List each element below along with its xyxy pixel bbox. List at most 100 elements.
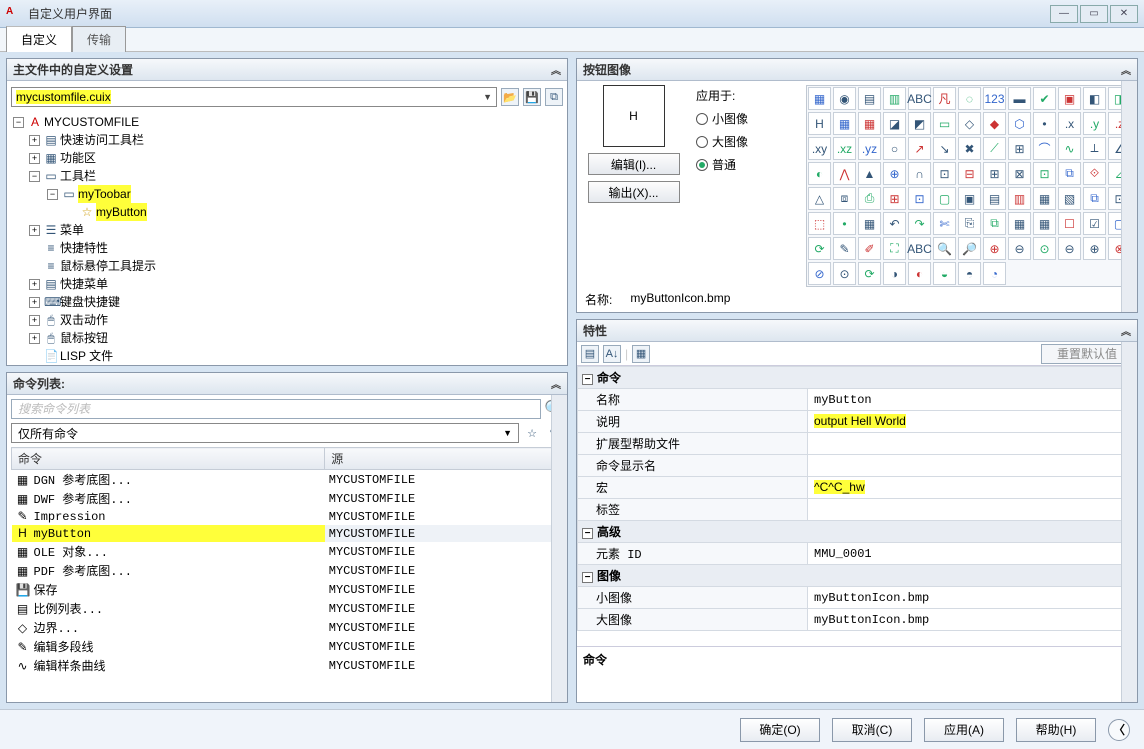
prop-tag-value[interactable] xyxy=(808,499,1137,521)
palette-icon[interactable]: ⟐ xyxy=(1083,162,1106,185)
col-command[interactable]: 命令 xyxy=(12,448,325,470)
tree-lisp[interactable]: 📄LISP 文件 xyxy=(11,347,563,365)
palette-icon[interactable]: ▦ xyxy=(833,112,856,135)
palette-icon[interactable]: ▬ xyxy=(1008,87,1031,110)
prop-exthelp-value[interactable] xyxy=(808,433,1137,455)
palette-icon[interactable]: ⎘ xyxy=(958,212,981,235)
palette-icon[interactable]: ⊙ xyxy=(833,262,856,285)
palette-icon[interactable]: ⊟ xyxy=(958,162,981,185)
palette-icon[interactable]: ☐ xyxy=(1058,212,1081,235)
tree-hovertips[interactable]: ≡鼠标悬停工具提示 xyxy=(11,257,563,275)
palette-icon[interactable]: 🔍 xyxy=(933,237,956,260)
palette-icon[interactable]: ▦ xyxy=(858,112,881,135)
filter-dropdown[interactable]: 仅所有命令 ▼ xyxy=(11,423,519,443)
tree-ribbon[interactable]: +▦功能区 xyxy=(11,149,563,167)
alphabetic-view-icon[interactable]: A↓ xyxy=(603,345,621,363)
search-input[interactable]: 搜索命令列表 xyxy=(11,399,541,419)
command-row[interactable]: ◇边界...MYCUSTOMFILE xyxy=(12,618,563,637)
palette-icon[interactable]: ◉ xyxy=(833,87,856,110)
palette-icon[interactable]: ✔ xyxy=(1033,87,1056,110)
maximize-button[interactable]: ▭ xyxy=(1080,5,1108,23)
palette-icon[interactable]: ◧ xyxy=(1083,87,1106,110)
palette-icon[interactable]: ⧉ xyxy=(983,212,1006,235)
radio-small-image[interactable]: 小图像 xyxy=(696,110,796,127)
palette-icon[interactable]: ◒ xyxy=(933,262,956,285)
command-row[interactable]: ∿编辑样条曲线MYCUSTOMFILE xyxy=(12,656,563,675)
palette-icon[interactable]: ⟳ xyxy=(808,237,831,260)
radio-normal[interactable]: 普通 xyxy=(696,156,796,173)
collapse-icon[interactable]: ︽ xyxy=(1121,62,1131,77)
radio-large-image[interactable]: 大图像 xyxy=(696,133,796,150)
prop-dispname-value[interactable] xyxy=(808,455,1137,477)
edit-button[interactable]: 编辑(I)... xyxy=(588,153,680,175)
tree-root[interactable]: −AMYCUSTOMFILE xyxy=(11,113,563,131)
scrollbar[interactable] xyxy=(1121,342,1137,702)
palette-icon[interactable]: ⊞ xyxy=(1008,137,1031,160)
palette-icon[interactable]: ✎ xyxy=(833,237,856,260)
palette-icon[interactable]: ABC xyxy=(908,237,931,260)
palette-icon[interactable]: ↷ xyxy=(908,212,931,235)
palette-icon[interactable]: ◌ xyxy=(958,87,981,110)
minimize-button[interactable]: — xyxy=(1050,5,1078,23)
palette-icon[interactable]: .yz xyxy=(858,137,881,160)
palette-icon[interactable]: ⊠ xyxy=(1008,162,1031,185)
palette-icon[interactable]: ◑ xyxy=(883,262,906,285)
palette-icon[interactable]: ◐ xyxy=(808,162,831,185)
group-advanced[interactable]: −高级 xyxy=(578,521,1137,543)
new-command-icon[interactable]: ☆ xyxy=(523,424,541,442)
palette-icon[interactable]: ⧈ xyxy=(833,187,856,210)
tree-mousebtn[interactable]: +🖱鼠标按钮 xyxy=(11,329,563,347)
palette-icon[interactable]: ⊕ xyxy=(883,162,906,185)
tab-customize[interactable]: 自定义 xyxy=(6,26,72,52)
close-button[interactable]: ✕ xyxy=(1110,5,1138,23)
palette-icon[interactable]: ⋀ xyxy=(833,162,856,185)
reset-defaults-button[interactable]: 重置默认值 xyxy=(1041,344,1133,364)
tree-contextmenu[interactable]: +▤快捷菜单 xyxy=(11,275,563,293)
palette-icon[interactable]: ⊞ xyxy=(883,187,906,210)
palette-icon[interactable]: ▦ xyxy=(858,212,881,235)
group-image[interactable]: −图像 xyxy=(578,565,1137,587)
palette-icon[interactable]: ◔ xyxy=(983,262,1006,285)
palette-icon[interactable]: ▥ xyxy=(1008,187,1031,210)
tree-mybutton[interactable]: ☆myButton xyxy=(11,203,563,221)
palette-icon[interactable]: ✄ xyxy=(933,212,956,235)
help-button[interactable]: 帮助(H) xyxy=(1016,718,1096,742)
palette-icon[interactable]: .xy xyxy=(808,137,831,160)
palette-icon[interactable]: ▦ xyxy=(808,87,831,110)
palette-icon[interactable]: ▣ xyxy=(1058,87,1081,110)
palette-icon[interactable]: ▦ xyxy=(1008,212,1031,235)
palette-icon[interactable]: ☑ xyxy=(1083,212,1106,235)
palette-icon[interactable]: ◩ xyxy=(908,112,931,135)
palette-icon[interactable]: ⊞ xyxy=(983,162,1006,185)
apply-button[interactable]: 应用(A) xyxy=(924,718,1004,742)
palette-icon[interactable]: ▤ xyxy=(983,187,1006,210)
prop-desc-value[interactable]: output Hell World xyxy=(808,411,1137,433)
palette-icon[interactable]: ▢ xyxy=(933,187,956,210)
prop-elemid-value[interactable]: MMU_0001 xyxy=(808,543,1137,565)
palette-icon[interactable]: ⊖ xyxy=(1058,237,1081,260)
collapse-icon[interactable]: ︽ xyxy=(551,62,561,77)
palette-icon[interactable]: ▦ xyxy=(1033,187,1056,210)
palette-icon[interactable]: ⊙ xyxy=(1033,237,1056,260)
palette-icon[interactable]: ▦ xyxy=(1033,212,1056,235)
expand-dialog-button[interactable]: 〈 xyxy=(1108,719,1130,741)
palette-icon[interactable]: ∿ xyxy=(1058,137,1081,160)
palette-icon[interactable]: ⌒ xyxy=(1033,137,1056,160)
scrollbar[interactable] xyxy=(1121,81,1137,312)
palette-icon[interactable]: ABC xyxy=(908,87,931,110)
palette-icon[interactable]: ⊡ xyxy=(908,187,931,210)
palette-icon[interactable]: ⟋ xyxy=(983,137,1006,160)
palette-icon[interactable]: ⊕ xyxy=(983,237,1006,260)
palette-icon[interactable]: ◓ xyxy=(958,262,981,285)
tab-transfer[interactable]: 传输 xyxy=(72,26,126,52)
command-row[interactable]: ▦PDF 参考底图...MYCUSTOMFILE xyxy=(12,561,563,580)
scrollbar[interactable] xyxy=(551,395,567,702)
tree-quickprops[interactable]: ≡快捷特性 xyxy=(11,239,563,257)
palette-icon[interactable]: ⊖ xyxy=(1008,237,1031,260)
tree-menu[interactable]: +☰菜单 xyxy=(11,221,563,239)
group-command[interactable]: −命令 xyxy=(578,367,1137,389)
palette-icon[interactable]: ▲ xyxy=(858,162,881,185)
prop-large-value[interactable]: myButtonIcon.bmp xyxy=(808,609,1137,631)
categorized-view-icon[interactable]: ▤ xyxy=(581,345,599,363)
palette-icon[interactable]: ◐ xyxy=(908,262,931,285)
